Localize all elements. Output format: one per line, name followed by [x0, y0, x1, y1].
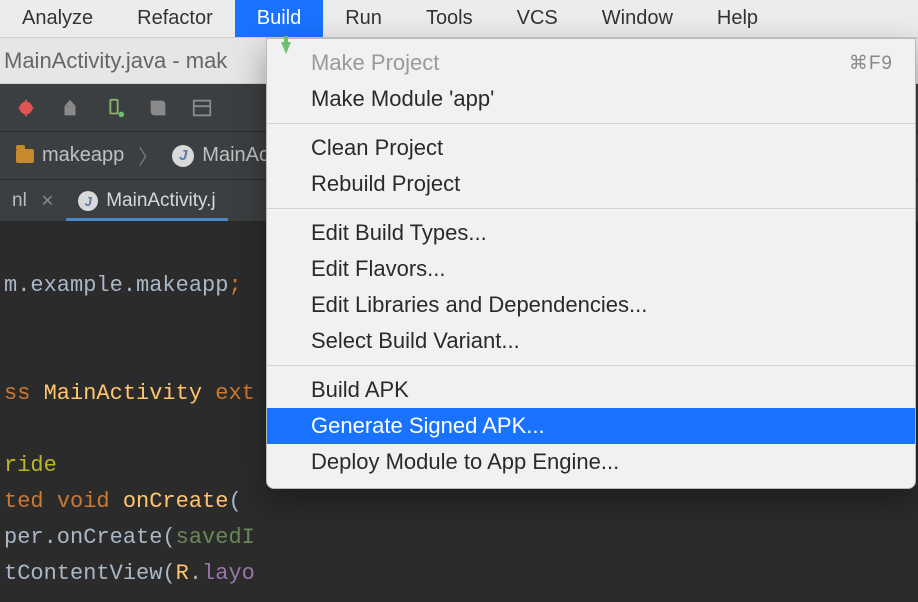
menu-item-generate-signed-apk[interactable]: Generate Signed APK...	[267, 408, 915, 444]
menu-item-label: Build APK	[311, 377, 409, 403]
make-project-icon	[281, 54, 299, 72]
menu-item-make-module[interactable]: Make Module 'app'	[267, 81, 915, 117]
code-text: tContentView(	[4, 561, 176, 586]
code-text: m.example.makeapp	[4, 273, 228, 298]
menu-item-shortcut: ⌘F9	[849, 52, 893, 75]
menu-item-label: Deploy Module to App Engine...	[311, 449, 619, 475]
code-text: .onCreate(	[44, 525, 176, 550]
menu-item-edit-libraries[interactable]: Edit Libraries and Dependencies...	[267, 287, 915, 323]
code-text: savedI	[176, 525, 255, 550]
code-text: ;	[228, 273, 241, 298]
menu-item-clean-project[interactable]: Clean Project	[267, 130, 915, 166]
java-file-icon: J	[78, 191, 98, 211]
code-text: per	[4, 525, 44, 550]
menu-item-label: Edit Libraries and Dependencies...	[311, 292, 647, 318]
code-text: layo	[202, 561, 255, 586]
menu-item-label: Select Build Variant...	[311, 328, 520, 354]
code-text: ss	[4, 381, 44, 406]
code-text: MainActivity	[44, 381, 216, 406]
java-file-icon: J	[172, 145, 194, 167]
code-text: ride	[4, 453, 57, 478]
attach-icon[interactable]	[58, 96, 82, 120]
code-text: ext	[215, 381, 255, 406]
code-text: .	[189, 561, 202, 586]
breadcrumb-folder[interactable]: makeapp	[6, 140, 134, 171]
menu-build[interactable]: Build	[235, 0, 323, 37]
menu-item-label: Edit Flavors...	[311, 256, 445, 282]
code-text: void	[57, 489, 123, 514]
menu-item-select-build-variant[interactable]: Select Build Variant...	[267, 323, 915, 359]
editor-tab-active[interactable]: J MainActivity.j	[66, 182, 227, 221]
menu-help[interactable]: Help	[695, 0, 780, 37]
menu-item-label: Make Project	[311, 50, 439, 76]
menu-item-label: Make Module 'app'	[311, 86, 494, 112]
menu-item-make-project[interactable]: Make Project ⌘F9	[267, 45, 915, 81]
menu-item-deploy-app-engine[interactable]: Deploy Module to App Engine...	[267, 444, 915, 480]
menu-tools[interactable]: Tools	[404, 0, 495, 37]
code-text: R	[176, 561, 189, 586]
menu-separator	[267, 123, 915, 124]
menu-separator	[267, 365, 915, 366]
build-menu-dropdown: Make Project ⌘F9 Make Module 'app' Clean…	[266, 38, 916, 489]
menu-item-edit-flavors[interactable]: Edit Flavors...	[267, 251, 915, 287]
code-text: ted	[4, 489, 57, 514]
editor-tab-label: nl	[12, 190, 27, 212]
menu-bar: Analyze Refactor Build Run Tools VCS Win…	[0, 0, 918, 38]
breadcrumb-file-label: MainAc	[202, 144, 269, 167]
window-title: MainActivity.java - mak	[4, 48, 227, 74]
device-icon[interactable]	[102, 96, 126, 120]
menu-window[interactable]: Window	[580, 0, 695, 37]
code-text: (	[228, 489, 241, 514]
menu-item-build-apk[interactable]: Build APK	[267, 372, 915, 408]
menu-refactor[interactable]: Refactor	[115, 0, 235, 37]
editor-tab-inactive[interactable]: nl ✕	[0, 182, 66, 221]
menu-item-edit-build-types[interactable]: Edit Build Types...	[267, 215, 915, 251]
menu-run[interactable]: Run	[323, 0, 404, 37]
menu-item-label: Edit Build Types...	[311, 220, 487, 246]
breadcrumb-file[interactable]: J MainAc	[162, 140, 279, 171]
menu-vcs[interactable]: VCS	[495, 0, 580, 37]
menu-item-rebuild-project[interactable]: Rebuild Project	[267, 166, 915, 202]
close-icon[interactable]: ✕	[35, 191, 54, 211]
breadcrumb-folder-label: makeapp	[42, 144, 124, 167]
menu-separator	[267, 208, 915, 209]
menu-item-label: Clean Project	[311, 135, 443, 161]
stop-icon[interactable]	[146, 96, 170, 120]
layout-icon[interactable]	[190, 96, 214, 120]
editor-tab-label: MainActivity.j	[106, 190, 215, 212]
menu-item-label: Generate Signed APK...	[311, 413, 545, 439]
code-text: onCreate	[123, 489, 229, 514]
menu-analyze[interactable]: Analyze	[0, 0, 115, 37]
menu-item-label: Rebuild Project	[311, 171, 460, 197]
folder-icon	[16, 149, 34, 163]
breadcrumb-separator-icon: 〉	[134, 141, 162, 170]
debug-icon[interactable]	[14, 96, 38, 120]
